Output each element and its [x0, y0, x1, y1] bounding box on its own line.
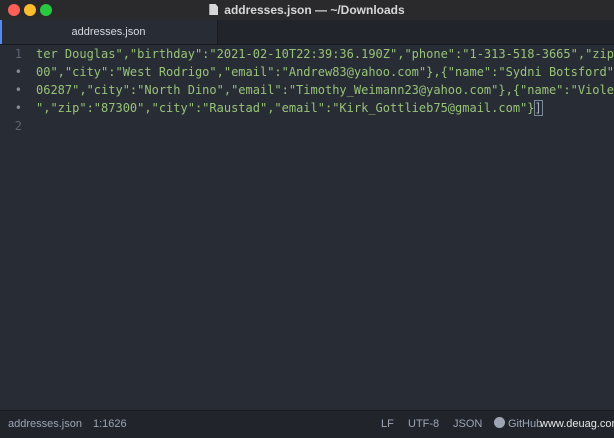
text-cursor	[541, 100, 543, 114]
wrap-marker: •	[14, 65, 22, 79]
line-number-1: 1	[14, 47, 22, 61]
code-line: ","zip":"87300","city":"Raustad","email"…	[36, 99, 543, 117]
status-grammar[interactable]: JSON	[453, 411, 482, 438]
code-line-text: ","zip":"87300","city":"Raustad","email"…	[36, 101, 535, 115]
window-title-text: addresses.json — ~/Downloads	[224, 3, 405, 17]
line-number-2: 2	[14, 119, 22, 133]
active-tab-indicator	[0, 20, 2, 44]
tab-addresses-json[interactable]: addresses.json	[0, 20, 218, 44]
status-github[interactable]: GitHub	[494, 411, 542, 438]
status-cursor-position[interactable]: 1:1626	[93, 411, 127, 438]
status-line-ending[interactable]: LF	[381, 411, 394, 438]
status-file-name[interactable]: addresses.json	[8, 411, 82, 438]
code-line: 06287","city":"North Dino","email":"Timo…	[36, 83, 614, 97]
status-github-label: GitHub	[508, 418, 543, 430]
closing-bracket: ]	[533, 100, 543, 116]
tab-label: addresses.json	[71, 26, 146, 38]
wrap-marker: •	[14, 83, 22, 97]
window-title: addresses.json — ~/Downloads	[0, 2, 614, 18]
watermark: www.deuag.com	[540, 418, 614, 430]
document-icon	[209, 4, 219, 15]
code-line: 00","city":"West Rodrigo","email":"Andre…	[36, 65, 614, 79]
code-line: ter Douglas","birthday":"2021-02-10T22:3…	[36, 47, 614, 61]
tab-bar: addresses.json	[0, 20, 614, 45]
wrap-marker: •	[14, 101, 22, 115]
title-bar: addresses.json — ~/Downloads	[0, 0, 614, 20]
code-area[interactable]: ter Douglas","birthday":"2021-02-10T22:3…	[36, 45, 614, 410]
status-encoding[interactable]: UTF-8	[408, 411, 439, 438]
editor-pane[interactable]: 1 • • • 2 ter Douglas","birthday":"2021-…	[0, 45, 614, 410]
github-icon	[494, 417, 505, 428]
status-bar: addresses.json 1:1626 LF UTF-8 JSON GitH…	[0, 410, 614, 438]
line-number-gutter: 1 • • • 2	[0, 45, 30, 410]
editor-window: addresses.json — ~/Downloads addresses.j…	[0, 0, 614, 438]
